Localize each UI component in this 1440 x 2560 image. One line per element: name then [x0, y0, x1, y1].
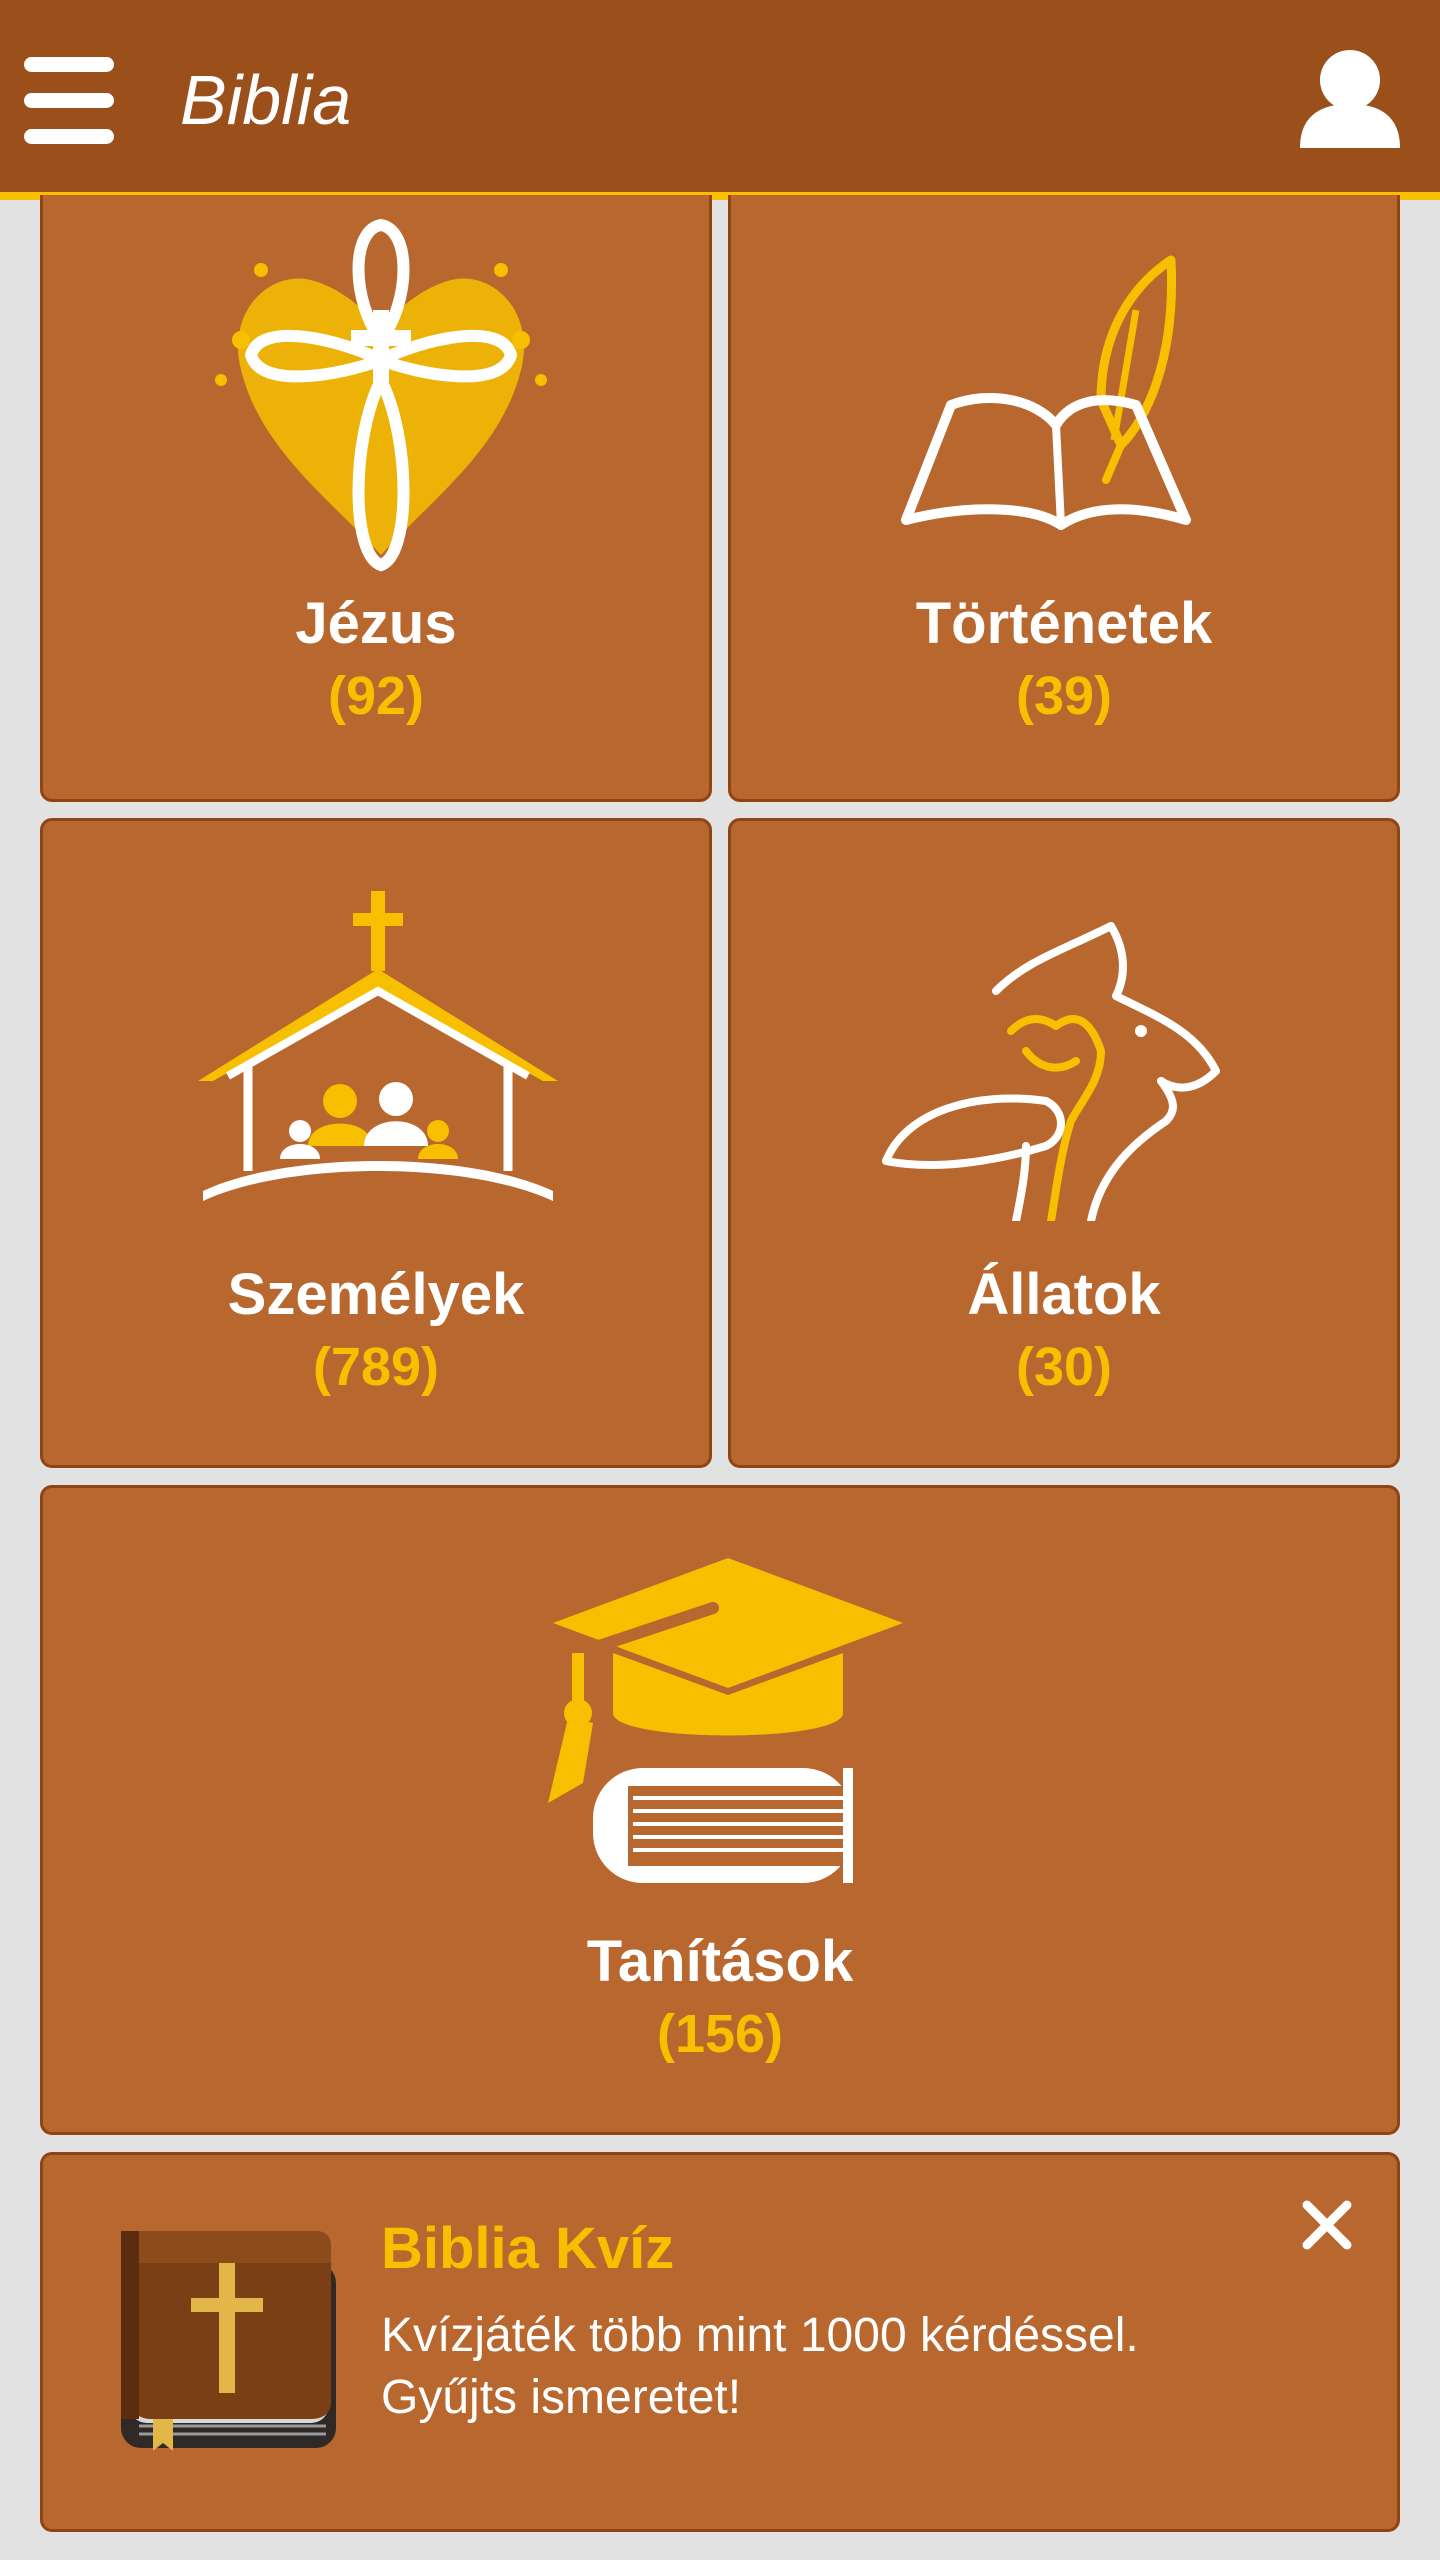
bible-book-icon [111, 2223, 341, 2453]
category-tile-szemelyek[interactable]: Személyek (789) [40, 818, 712, 1468]
category-count: (30) [1015, 1337, 1113, 1397]
category-label: Tanítások [586, 1929, 854, 1994]
category-count: (92) [327, 666, 425, 726]
category-tile-jezus[interactable]: Jézus (92) [40, 195, 712, 802]
app-bar: Biblia [0, 0, 1440, 200]
account-icon[interactable] [1298, 48, 1402, 152]
category-count: (789) [312, 1337, 440, 1397]
category-tile-tortenetek[interactable]: Történetek (39) [728, 195, 1400, 802]
church-people-icon [198, 891, 558, 1201]
cross-heart-icon [215, 218, 547, 572]
promo-description-line2: Gyűjts ismeretet! [381, 2371, 742, 2424]
app-title: Biblia [180, 61, 352, 139]
category-label: Állatok [967, 1262, 1161, 1327]
category-tile-allatok[interactable]: Állatok (30) [728, 818, 1400, 1468]
promo-description-line1: Kvízjáték több mint 1000 kérdéssel. [381, 2309, 1139, 2362]
close-icon[interactable] [1297, 2195, 1357, 2255]
category-label: Történetek [915, 591, 1213, 656]
animals-icon [882, 922, 1220, 1221]
category-label: Személyek [227, 1262, 525, 1327]
promo-banner[interactable]: Biblia Kvíz Kvízjáték több mint 1000 kér… [40, 2152, 1400, 2532]
promo-description: Kvízjáték több mint 1000 kérdéssel. Gyűj… [381, 2305, 1281, 2429]
category-count: (156) [656, 2004, 784, 2064]
category-tile-tanitasok[interactable]: Tanítások (156) [40, 1485, 1400, 2135]
graduation-cap-books-icon [548, 1558, 903, 1883]
open-book-quill-icon [901, 255, 1191, 530]
promo-title: Biblia Kvíz [381, 2216, 675, 2281]
menu-icon[interactable] [22, 55, 116, 145]
category-count: (39) [1015, 666, 1113, 726]
category-label: Jézus [295, 591, 457, 656]
